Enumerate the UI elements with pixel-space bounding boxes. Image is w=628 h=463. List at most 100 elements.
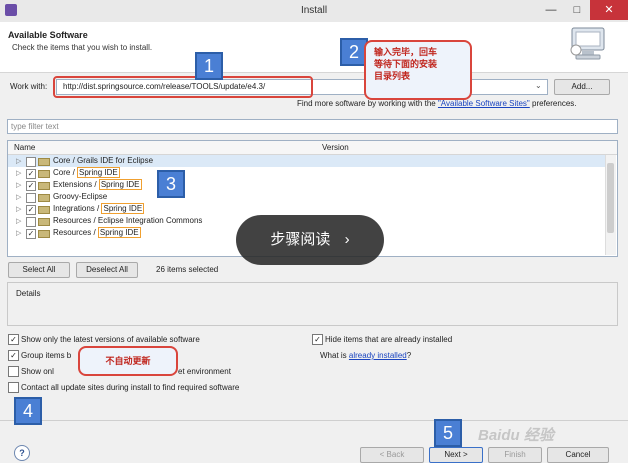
row-name-prefix: Extensions / (53, 180, 99, 189)
row-checkbox[interactable] (26, 157, 36, 167)
row-name-prefix: Core / (53, 168, 78, 177)
callout-line: 输入完毕，回车 (374, 47, 438, 57)
overlay-text: 步骤阅读 (270, 231, 331, 248)
table-row[interactable]: ▷ Groovy-Eclipse (8, 191, 608, 203)
expand-arrow-icon[interactable]: ▷ (16, 217, 21, 225)
step-reading-overlay[interactable]: 步骤阅读 › (236, 215, 384, 265)
find-more-text: Find more software by working with the "… (297, 99, 576, 108)
maximize-button[interactable]: □ (564, 0, 590, 20)
table-header: Name Version (8, 141, 617, 155)
feature-group-icon (38, 206, 50, 214)
callout-line: 目录列表 (374, 71, 411, 81)
spring-ide-highlight: Spring IDE (101, 203, 145, 214)
row-name-prefix: Integrations / (53, 204, 102, 213)
callout-line: 等待下面的安装 (374, 59, 438, 69)
details-label: Details (16, 289, 41, 298)
latest-versions-checkbox[interactable]: ✓ (8, 334, 19, 345)
add-site-button[interactable]: Add... (554, 79, 610, 95)
help-icon[interactable]: ? (14, 445, 30, 461)
select-all-button[interactable]: Select All (8, 262, 70, 278)
cancel-button[interactable]: Cancel (547, 447, 609, 463)
step-2-callout: 输入完毕，回车 等待下面的安装 目录列表 (364, 40, 472, 100)
group-items-checkbox[interactable]: ✓ (8, 350, 19, 361)
table-row[interactable]: ▷ ✓ Core / Spring IDE (8, 167, 608, 179)
row-name: Core / Spring IDE (53, 167, 120, 178)
baidu-watermark: Baidu 经验 (478, 427, 554, 444)
feature-group-icon (38, 182, 50, 190)
filter-placeholder: type filter text (11, 122, 59, 131)
step-3-marker: 3 (157, 170, 185, 198)
page-subtitle: Check the items that you wish to install… (12, 43, 153, 52)
expand-arrow-icon[interactable]: ▷ (16, 193, 21, 201)
spring-ide-highlight: Spring IDE (77, 167, 120, 178)
filter-input[interactable]: type filter text (7, 119, 618, 134)
step-4-marker: 4 (14, 397, 42, 425)
contact-sites-label: Contact all update sites during install … (21, 383, 240, 392)
details-panel: Details (7, 282, 618, 326)
expand-arrow-icon[interactable]: ▷ (16, 157, 21, 165)
table-row[interactable]: ▷ ✓ Integrations / Spring IDE (8, 203, 608, 215)
work-with-label: Work with: (10, 82, 48, 91)
step-5-marker: 5 (434, 419, 462, 447)
row-checkbox-checked[interactable]: ✓ (26, 169, 36, 179)
row-name-prefix: Resources / (53, 228, 98, 237)
row-name: Groovy-Eclipse (53, 192, 108, 201)
feature-group-icon (38, 230, 50, 238)
expand-arrow-icon[interactable]: ▷ (16, 229, 21, 237)
column-version[interactable]: Version (322, 143, 349, 152)
find-more-prefix: Find more software by working with the (297, 99, 436, 108)
find-more-suffix: preferences. (532, 99, 577, 108)
column-name[interactable]: Name (14, 143, 35, 152)
row-name: Resources / Eclipse Integration Commons (53, 216, 203, 225)
chevron-down-icon[interactable]: ⌄ (535, 81, 542, 90)
contact-sites-checkbox[interactable] (8, 382, 19, 393)
feature-group-icon (38, 218, 50, 226)
show-only-checkbox[interactable] (8, 366, 19, 377)
feature-group-icon (38, 170, 50, 178)
deselect-all-button[interactable]: Deselect All (76, 262, 138, 278)
selected-count: 26 items selected (156, 265, 219, 274)
close-button[interactable]: ✕ (590, 0, 628, 20)
row-checkbox-checked[interactable]: ✓ (26, 205, 36, 215)
row-checkbox-checked[interactable]: ✓ (26, 229, 36, 239)
row-name: Integrations / Spring IDE (53, 203, 145, 214)
step-4-callout: 不自动更新 (78, 346, 178, 376)
minimize-button[interactable]: — (538, 0, 564, 20)
what-is-prefix: What is (320, 351, 347, 360)
wizard-header: Available Software Check the items that … (0, 22, 628, 73)
what-is-installed-text: What is already installed? (320, 351, 411, 360)
back-button[interactable]: < Back (360, 447, 424, 463)
feature-group-icon (38, 194, 50, 202)
spring-ide-highlight: Spring IDE (98, 179, 142, 190)
row-name: Core / Grails IDE for Eclipse (53, 156, 154, 165)
show-only-label: Show onl (21, 367, 54, 376)
step-1-marker: 1 (195, 52, 223, 80)
finish-button[interactable]: Finish (488, 447, 542, 463)
url-highlight-box (53, 76, 313, 98)
table-row[interactable]: ▷ Core / Grails IDE for Eclipse (8, 155, 608, 167)
title-bar: Install — □ ✕ (0, 0, 628, 23)
expand-arrow-icon[interactable]: ▷ (16, 205, 21, 213)
what-is-suffix: ? (406, 351, 412, 360)
window-title: Install (300, 5, 328, 16)
spring-ide-highlight: Spring IDE (97, 227, 141, 238)
row-name: Resources / Spring IDE (53, 227, 141, 238)
row-checkbox[interactable] (26, 217, 36, 227)
table-row[interactable]: ▷ ✓ Extensions / Spring IDE (8, 179, 608, 191)
group-items-label: Group items b (21, 351, 72, 360)
monitor-icon (570, 27, 605, 60)
vertical-scrollbar[interactable] (605, 155, 616, 255)
expand-arrow-icon[interactable]: ▷ (16, 169, 21, 177)
row-checkbox[interactable] (26, 193, 36, 203)
scrollbar-thumb[interactable] (607, 163, 614, 233)
hide-installed-label: Hide items that are already installed (325, 335, 453, 344)
hide-installed-checkbox[interactable]: ✓ (312, 334, 323, 345)
available-sites-link[interactable]: "Available Software Sites" (438, 99, 530, 108)
expand-arrow-icon[interactable]: ▷ (16, 181, 21, 189)
next-button[interactable]: Next > (429, 447, 483, 463)
row-name: Extensions / Spring IDE (53, 179, 142, 190)
row-checkbox-checked[interactable]: ✓ (26, 181, 36, 191)
page-title: Available Software (8, 30, 88, 40)
latest-versions-label: Show only the latest versions of availab… (21, 335, 200, 344)
already-installed-link[interactable]: already installed (349, 351, 407, 360)
